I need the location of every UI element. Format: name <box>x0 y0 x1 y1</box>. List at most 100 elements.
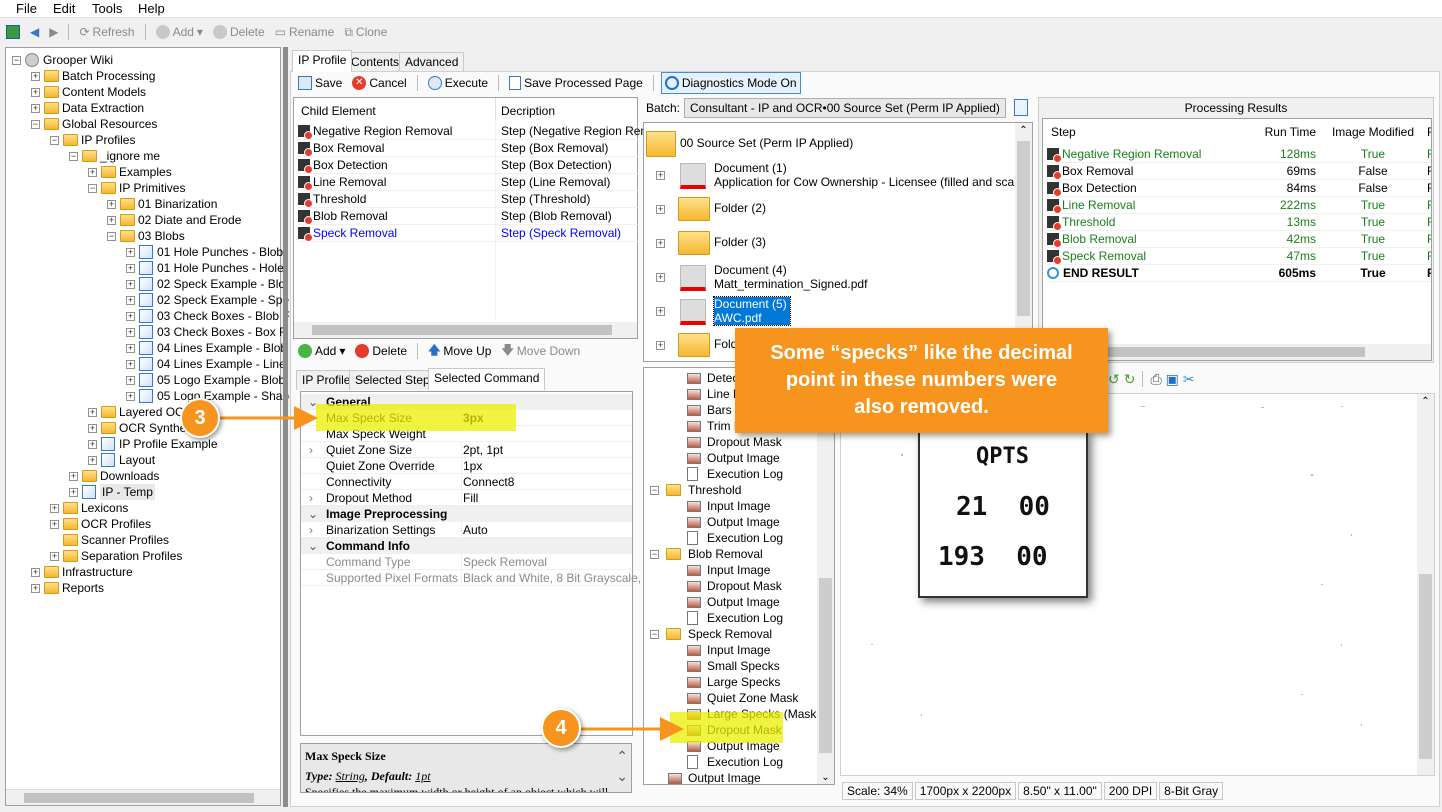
diagnostics-mode-toggle[interactable]: Diagnostics Mode On <box>660 72 801 94</box>
diagnostic-node[interactable]: Output Image <box>644 514 819 530</box>
diagnostic-node[interactable]: Execution Log <box>644 466 819 482</box>
result-row[interactable]: Negative Region Removal 128ms True F <box>1047 146 1431 163</box>
expand-icon[interactable]: + <box>50 520 59 529</box>
tree-node[interactable]: + IP - Temp <box>6 484 280 500</box>
expand-icon[interactable]: + <box>31 104 40 113</box>
collapse-icon[interactable]: − <box>31 120 40 129</box>
child-element-row[interactable]: Threshold Step (Threshold) <box>298 191 638 208</box>
child-element-row[interactable]: Line Removal Step (Line Removal) <box>298 174 638 191</box>
diagnostic-node[interactable]: Input Image <box>644 642 819 658</box>
tree-node[interactable]: + Content Models <box>6 84 280 100</box>
diagnostic-node[interactable]: Input Image <box>644 562 819 578</box>
save-button[interactable]: Save <box>295 76 345 90</box>
expand-icon[interactable]: + <box>31 584 40 593</box>
diagnostic-node[interactable]: Output Image <box>644 450 819 466</box>
expand-icon[interactable]: + <box>69 488 78 497</box>
tree-node[interactable]: + OCR Synthesis <box>6 420 280 436</box>
rename-button[interactable]: ▭ Rename <box>272 25 338 39</box>
expand-icon[interactable]: + <box>88 168 97 177</box>
delete-step-button[interactable]: Delete <box>352 344 410 358</box>
tree-node[interactable]: +05 Logo Example - Blob <box>6 372 285 388</box>
expand-icon[interactable]: + <box>31 568 40 577</box>
diagnostic-node[interactable]: Execution Log <box>644 610 819 626</box>
save-image-icon[interactable]: ▣ <box>1166 371 1179 388</box>
expand-icon[interactable]: + <box>656 273 665 282</box>
property-value[interactable]: Auto <box>461 522 488 538</box>
scrollbar-thumb[interactable] <box>1017 141 1030 316</box>
menu-edit[interactable]: Edit <box>53 1 75 16</box>
child-element-row[interactable]: Negative Region Removal Step (Negative Re… <box>298 123 657 140</box>
collapse-icon[interactable]: − <box>650 486 659 495</box>
column-header-run-time[interactable]: Run Time <box>1243 125 1316 139</box>
help-scroll-arrows[interactable]: ⌃ ⌄ <box>616 748 628 788</box>
help-type-link[interactable]: String <box>336 769 365 783</box>
splitter[interactable] <box>283 47 288 807</box>
add-step-button[interactable]: Add ▾ <box>295 344 348 358</box>
scrollbar-thumb[interactable] <box>1419 574 1432 759</box>
property-row[interactable]: › Dropout Method Fill <box>301 490 632 506</box>
tree-node[interactable]: +01 Binarization <box>6 196 280 212</box>
tree-node[interactable]: +03 Check Boxes - Box R <box>6 324 288 340</box>
expand-icon[interactable]: + <box>126 360 135 369</box>
tools-icon[interactable]: ✂ <box>1183 371 1195 388</box>
expand-icon[interactable]: + <box>31 88 40 97</box>
tree-node[interactable]: +02 Speck Example - Blol <box>6 276 288 292</box>
expand-icon[interactable]: + <box>50 552 59 561</box>
scrollbar-thumb[interactable] <box>819 578 832 753</box>
result-row[interactable]: Box Detection 84ms False F <box>1047 180 1431 197</box>
property-value[interactable]: 2pt, 1pt <box>461 442 503 458</box>
scroll-up-icon[interactable]: ⌃ <box>1417 396 1434 407</box>
collapse-icon[interactable]: − <box>88 184 97 193</box>
collapse-icon[interactable]: − <box>650 630 659 639</box>
navigate-icon[interactable] <box>3 25 23 39</box>
expand-icon[interactable]: + <box>69 472 78 481</box>
expand-icon[interactable]: + <box>88 456 97 465</box>
diagnostic-node[interactable]: Dropout Mask <box>644 434 819 450</box>
back-icon[interactable]: ◀ <box>27 25 42 39</box>
property-value[interactable]: 1px <box>461 458 482 474</box>
horizontal-scrollbar[interactable] <box>294 322 637 338</box>
tree-node[interactable]: + Batch Processing <box>6 68 280 84</box>
tree-node[interactable]: + Layered OCR <box>6 404 280 420</box>
refresh-button[interactable]: ⟳ Refresh <box>76 25 137 39</box>
tree-node[interactable]: +01 Hole Punches - Blob <box>6 244 283 260</box>
tree-node[interactable]: Scanner Profiles <box>6 532 280 548</box>
column-header-step[interactable]: Step <box>1051 125 1076 139</box>
column-header-f[interactable]: F <box>1427 125 1431 139</box>
batch-item[interactable]: + Folder (2) <box>644 193 1014 225</box>
property-category[interactable]: ⌄ Command Info <box>301 538 632 554</box>
expand-icon[interactable]: + <box>126 312 135 321</box>
execute-button[interactable]: Execute <box>425 76 491 90</box>
tree-node[interactable]: + Infrastructure <box>6 564 280 580</box>
vertical-scrollbar[interactable]: ⌃ <box>1015 123 1032 361</box>
scroll-down-icon[interactable]: ⌄ <box>817 772 834 783</box>
column-header-image-modified[interactable]: Image Modified <box>1328 125 1418 139</box>
tree-node[interactable]: + Lexicons <box>6 500 280 516</box>
property-row[interactable]: Command Type Speck Removal <box>301 554 632 570</box>
batch-item[interactable]: + Folder (3) <box>644 227 1014 259</box>
print-icon[interactable]: ⎙ <box>1150 371 1161 388</box>
tab-ip-profile[interactable]: IP Profile <box>292 50 353 72</box>
expand-icon[interactable]: + <box>126 328 135 337</box>
move-up-button[interactable]: 🡅 Move Up <box>425 341 494 362</box>
tree-node[interactable]: +04 Lines Example - Blob <box>6 340 287 356</box>
expand-icon[interactable]: + <box>31 72 40 81</box>
collapse-icon[interactable]: − <box>50 136 59 145</box>
diagnostic-node[interactable]: Input Image <box>644 498 819 514</box>
expand-icon[interactable]: + <box>656 239 665 248</box>
tab-ip-profile-props[interactable]: IP Profile <box>296 370 357 390</box>
result-row[interactable]: Blob Removal 42ms True F <box>1047 231 1431 248</box>
menu-help[interactable]: Help <box>138 1 165 16</box>
result-row[interactable]: END RESULT 605ms True F <box>1047 265 1431 282</box>
expand-icon[interactable]: + <box>126 264 135 273</box>
tree-node[interactable]: − IP Primitives <box>6 180 280 196</box>
batch-item[interactable]: + Document (5) AWC.pdf <box>644 295 1014 327</box>
tree-node[interactable]: +02 Speck Example - Spe <box>6 292 289 308</box>
clone-button[interactable]: ⧉ Clone <box>341 25 390 40</box>
column-header-description[interactable]: Decription <box>501 104 555 118</box>
chevron-right-icon[interactable]: › <box>309 522 313 538</box>
result-row[interactable]: Line Removal 222ms True F <box>1047 197 1431 214</box>
property-row[interactable]: Connectivity Connect8 <box>301 474 632 490</box>
property-value[interactable]: Fill <box>461 490 478 506</box>
diagnostic-node[interactable]: Output Image <box>644 594 819 610</box>
